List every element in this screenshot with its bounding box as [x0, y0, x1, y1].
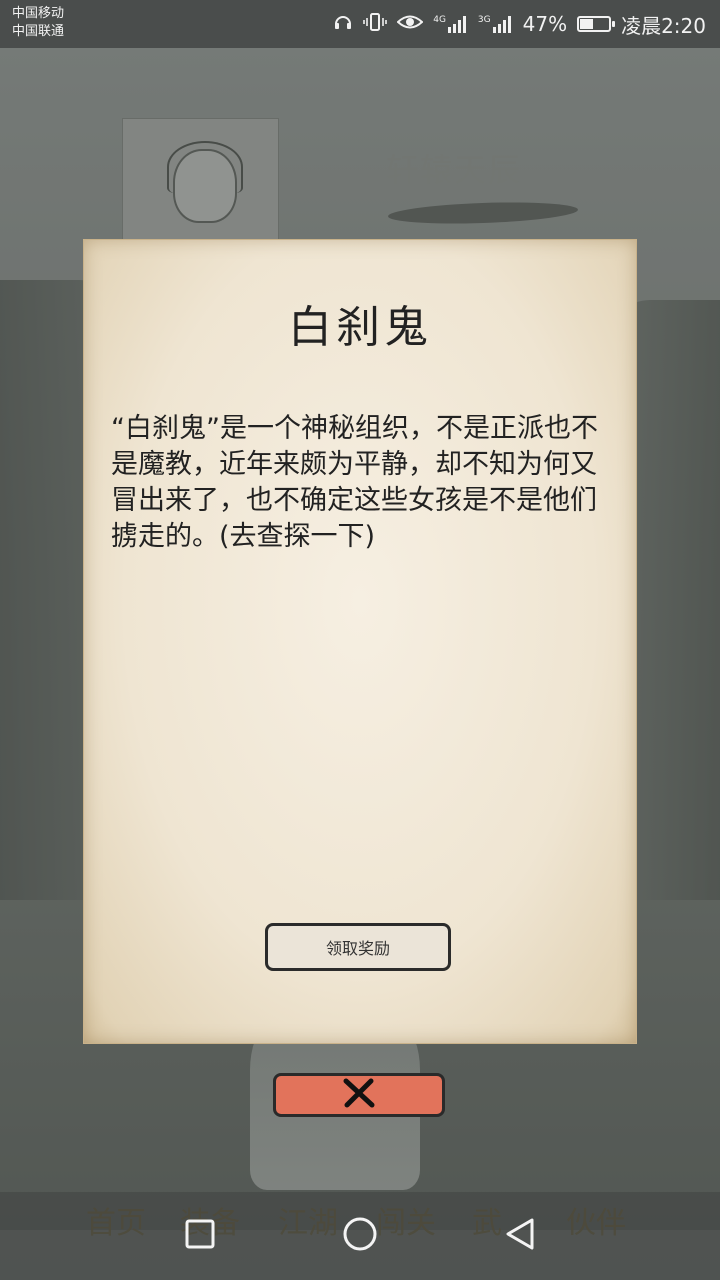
home-button[interactable]	[336, 1212, 384, 1260]
recent-apps-button[interactable]	[176, 1212, 224, 1260]
quest-dialog: 白刹鬼 “白刹鬼”是一个神秘组织，不是正派也不是魔教，近年来颇为平静，却不知为何…	[83, 239, 637, 1044]
close-x-icon	[341, 1077, 377, 1113]
eye-icon	[396, 13, 424, 36]
triangle-back-icon	[504, 1217, 536, 1255]
network-type-2: 3G	[477, 15, 491, 25]
circle-icon	[342, 1216, 378, 1256]
dialog-body: “白刹鬼”是一个神秘组织，不是正派也不是魔教，近年来颇为平静，却不知为何又冒出来…	[111, 413, 598, 552]
system-nav-bar	[0, 1192, 720, 1280]
carrier-1: 中国移动	[12, 6, 65, 21]
signal-3g-icon: 3G	[478, 15, 513, 33]
clock: 凌晨2:20	[621, 13, 706, 38]
battery-icon	[577, 16, 616, 32]
status-bar: 中国移动 中国联通 4G 3G 47% 凌晨2:20	[0, 0, 720, 48]
dialog-title: 白刹鬼	[288, 302, 432, 353]
status-icons: 4G 3G 47% 凌晨2:20	[333, 0, 706, 48]
square-icon	[185, 1219, 215, 1253]
battery-percent: 47%	[522, 12, 568, 36]
headphones-icon	[333, 12, 353, 37]
vibrate-icon	[363, 12, 388, 37]
carrier-info: 中国移动 中国联通	[12, 5, 64, 41]
back-button[interactable]	[496, 1212, 544, 1260]
network-type-1: 4G	[433, 15, 446, 25]
carrier-2: 中国联通	[12, 24, 65, 39]
claim-reward-button[interactable]: 领取奖励	[265, 923, 451, 971]
battery-fill	[580, 19, 594, 29]
close-button[interactable]	[273, 1073, 445, 1117]
signal-4g-icon: 4G	[433, 15, 468, 33]
